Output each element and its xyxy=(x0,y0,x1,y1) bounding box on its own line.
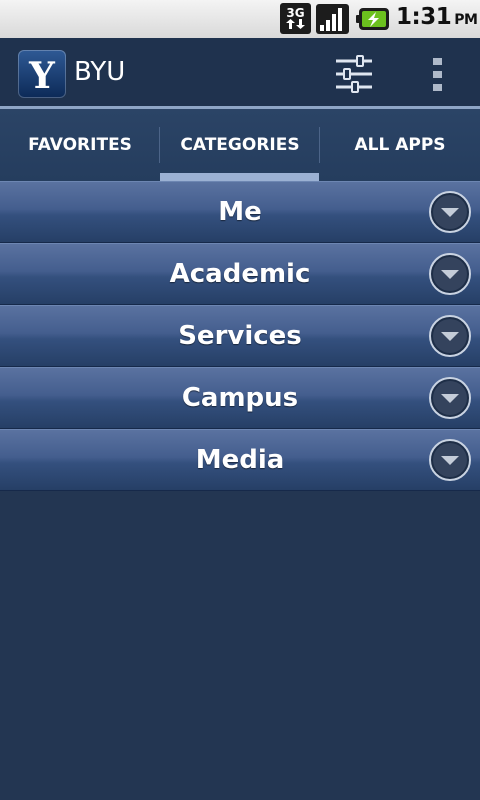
more-vertical-icon xyxy=(433,58,442,91)
clock: 1:31 PM xyxy=(396,4,478,30)
category-label: Academic xyxy=(169,259,311,289)
clock-time: 1:31 xyxy=(396,4,452,30)
sliders-icon xyxy=(336,55,372,93)
category-label: Me xyxy=(218,197,262,227)
byu-logo[interactable]: Y xyxy=(18,50,66,98)
tab-categories[interactable]: CATEGORIES xyxy=(160,109,320,181)
category-row-campus[interactable]: Campus xyxy=(0,367,480,429)
category-label: Media xyxy=(195,445,285,475)
chevron-down-icon[interactable] xyxy=(428,314,472,358)
category-label: Services xyxy=(178,321,302,351)
clock-ampm: PM xyxy=(454,12,478,28)
filter-button[interactable] xyxy=(330,52,378,96)
status-bar: 3G 1:31 PM xyxy=(0,0,480,39)
logo-icon: Y xyxy=(28,55,56,97)
signal-strength-icon xyxy=(316,4,349,34)
logo-letter: Y xyxy=(28,55,56,97)
category-row-media[interactable]: Media xyxy=(0,429,480,491)
category-row-academic[interactable]: Academic xyxy=(0,243,480,305)
overflow-menu-button[interactable] xyxy=(420,52,456,96)
chevron-down-icon[interactable] xyxy=(428,252,472,296)
category-row-me[interactable]: Me xyxy=(0,181,480,243)
app-header: Y BYU xyxy=(0,38,480,107)
tab-favorites[interactable]: FAVORITES xyxy=(0,109,160,181)
active-tab-indicator xyxy=(160,173,319,181)
network-3g-icon: 3G xyxy=(280,3,311,34)
app-title: BYU xyxy=(74,57,126,87)
category-list: Me Academic Services Campus Media xyxy=(0,181,480,491)
chevron-down-icon[interactable] xyxy=(428,438,472,482)
category-row-services[interactable]: Services xyxy=(0,305,480,367)
tab-all-apps[interactable]: ALL APPS xyxy=(320,109,480,181)
tab-bar: FAVORITES CATEGORIES ALL APPS xyxy=(0,109,480,181)
battery-charging-icon xyxy=(356,8,389,30)
category-label: Campus xyxy=(181,383,299,413)
chevron-down-icon[interactable] xyxy=(428,190,472,234)
network-type-label: 3G xyxy=(286,6,304,20)
chevron-down-icon[interactable] xyxy=(428,376,472,420)
